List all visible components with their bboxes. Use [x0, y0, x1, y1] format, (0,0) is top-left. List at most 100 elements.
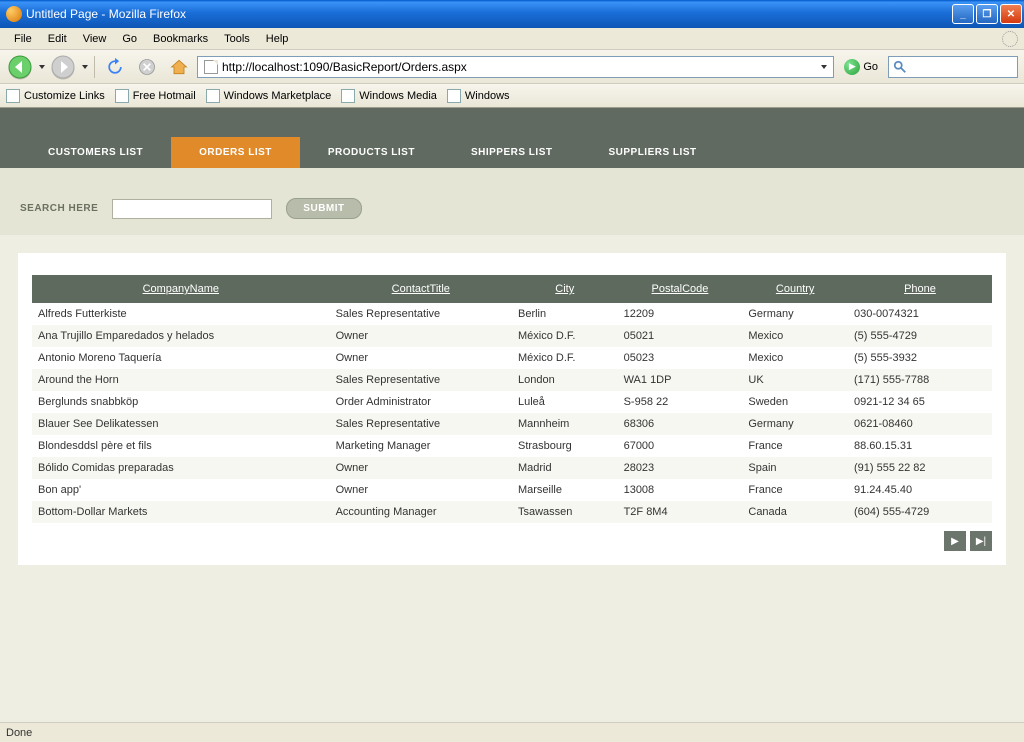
- menu-help[interactable]: Help: [258, 31, 297, 47]
- table-cell: Tsawassen: [512, 501, 618, 523]
- tab-customers[interactable]: CUSTOMERS LIST: [20, 137, 171, 168]
- col-header-contact[interactable]: ContactTitle: [330, 275, 512, 303]
- pager-next-button[interactable]: ▶: [944, 531, 966, 551]
- table-cell: WA1 1DP: [618, 369, 743, 391]
- table-cell: 0621-08460: [848, 413, 992, 435]
- table-cell: (604) 555-4729: [848, 501, 992, 523]
- go-button[interactable]: ▶ Go: [844, 59, 878, 75]
- table-row: Antonio Moreno TaqueríaOwnerMéxico D.F.0…: [32, 347, 992, 369]
- table-cell: 12209: [618, 303, 743, 325]
- window-maximize-button[interactable]: ❐: [976, 4, 998, 24]
- nav-tabs: CUSTOMERS LIST ORDERS LIST PRODUCTS LIST…: [20, 137, 725, 168]
- table-cell: Owner: [330, 457, 512, 479]
- forward-dropdown-icon[interactable]: [82, 65, 88, 69]
- table-cell: Bon app': [32, 479, 330, 501]
- table-cell: Bólido Comidas preparadas: [32, 457, 330, 479]
- col-header-city[interactable]: City: [512, 275, 618, 303]
- table-cell: Accounting Manager: [330, 501, 512, 523]
- table-cell: Canada: [742, 501, 848, 523]
- search-label: SEARCH HERE: [20, 203, 98, 214]
- table-cell: T2F 8M4: [618, 501, 743, 523]
- forward-button[interactable]: [49, 53, 77, 81]
- search-input[interactable]: [112, 199, 272, 219]
- page-icon: [447, 89, 461, 103]
- table-cell: 28023: [618, 457, 743, 479]
- page-icon: [341, 89, 355, 103]
- table-cell: 68306: [618, 413, 743, 435]
- col-header-company[interactable]: CompanyName: [32, 275, 330, 303]
- table-row: Berglunds snabbköpOrder AdministratorLul…: [32, 391, 992, 413]
- url-dropdown-icon[interactable]: [815, 65, 831, 69]
- grid-header-row: CompanyName ContactTitle City PostalCode…: [32, 275, 992, 303]
- page-icon: [115, 89, 129, 103]
- table-cell: Alfreds Futterkiste: [32, 303, 330, 325]
- menubar: File Edit View Go Bookmarks Tools Help: [0, 28, 1024, 50]
- tab-orders[interactable]: ORDERS LIST: [171, 137, 300, 168]
- table-cell: Mexico: [742, 347, 848, 369]
- table-cell: Marseille: [512, 479, 618, 501]
- table-cell: Sales Representative: [330, 303, 512, 325]
- table-row: Bon app'OwnerMarseille13008France91.24.4…: [32, 479, 992, 501]
- stop-button[interactable]: [133, 53, 161, 81]
- col-header-phone[interactable]: Phone: [848, 275, 992, 303]
- reload-button[interactable]: [101, 53, 129, 81]
- table-cell: Bottom-Dollar Markets: [32, 501, 330, 523]
- table-cell: Sweden: [742, 391, 848, 413]
- table-row: Bottom-Dollar MarketsAccounting ManagerT…: [32, 501, 992, 523]
- submit-button[interactable]: SUBMIT: [286, 198, 361, 219]
- table-row: Alfreds FutterkisteSales RepresentativeB…: [32, 303, 992, 325]
- table-cell: Madrid: [512, 457, 618, 479]
- table-cell: Owner: [330, 479, 512, 501]
- table-row: Around the HornSales RepresentativeLondo…: [32, 369, 992, 391]
- data-panel: CompanyName ContactTitle City PostalCode…: [18, 253, 1006, 565]
- table-cell: Owner: [330, 325, 512, 347]
- col-header-postal[interactable]: PostalCode: [618, 275, 743, 303]
- table-cell: (171) 555-7788: [848, 369, 992, 391]
- tab-products[interactable]: PRODUCTS LIST: [300, 137, 443, 168]
- table-cell: Sales Representative: [330, 413, 512, 435]
- home-button[interactable]: [165, 53, 193, 81]
- table-cell: Antonio Moreno Taquería: [32, 347, 330, 369]
- bookmark-item[interactable]: Customize Links: [6, 89, 105, 103]
- table-row: Blauer See DelikatessenSales Representat…: [32, 413, 992, 435]
- url-bar[interactable]: [197, 56, 834, 78]
- data-grid: CompanyName ContactTitle City PostalCode…: [32, 275, 992, 523]
- bookmark-item[interactable]: Windows: [447, 89, 510, 103]
- window-title: Untitled Page - Mozilla Firefox: [26, 7, 952, 21]
- search-band: SEARCH HERE SUBMIT: [0, 168, 1024, 235]
- table-cell: (91) 555 22 82: [848, 457, 992, 479]
- bookmark-item[interactable]: Windows Media: [341, 89, 437, 103]
- table-cell: Owner: [330, 347, 512, 369]
- menu-tools[interactable]: Tools: [216, 31, 258, 47]
- table-cell: Germany: [742, 413, 848, 435]
- menu-file[interactable]: File: [6, 31, 40, 47]
- table-cell: Blauer See Delikatessen: [32, 413, 330, 435]
- table-cell: 91.24.45.40: [848, 479, 992, 501]
- tab-shippers[interactable]: SHIPPERS LIST: [443, 137, 581, 168]
- col-header-country[interactable]: Country: [742, 275, 848, 303]
- menu-go[interactable]: Go: [114, 31, 145, 47]
- pager-last-button[interactable]: ▶|: [970, 531, 992, 551]
- window-minimize-button[interactable]: _: [952, 4, 974, 24]
- tab-suppliers[interactable]: SUPPLIERS LIST: [580, 137, 724, 168]
- url-input[interactable]: [222, 58, 815, 76]
- menu-bookmarks[interactable]: Bookmarks: [145, 31, 216, 47]
- header-band: CUSTOMERS LIST ORDERS LIST PRODUCTS LIST…: [0, 108, 1024, 168]
- table-cell: Luleå: [512, 391, 618, 413]
- menu-view[interactable]: View: [75, 31, 115, 47]
- bookmark-item[interactable]: Free Hotmail: [115, 89, 196, 103]
- table-cell: Strasbourg: [512, 435, 618, 457]
- table-row: Ana Trujillo Emparedados y heladosOwnerM…: [32, 325, 992, 347]
- status-text: Done: [6, 727, 32, 739]
- back-dropdown-icon[interactable]: [39, 65, 45, 69]
- bookmark-item[interactable]: Windows Marketplace: [206, 89, 332, 103]
- table-cell: 05023: [618, 347, 743, 369]
- menu-edit[interactable]: Edit: [40, 31, 75, 47]
- table-cell: México D.F.: [512, 325, 618, 347]
- browser-search-box[interactable]: [888, 56, 1018, 78]
- table-cell: Mexico: [742, 325, 848, 347]
- table-cell: S-958 22: [618, 391, 743, 413]
- window-close-button[interactable]: ✕: [1000, 4, 1022, 24]
- back-button[interactable]: [6, 53, 34, 81]
- table-cell: 05021: [618, 325, 743, 347]
